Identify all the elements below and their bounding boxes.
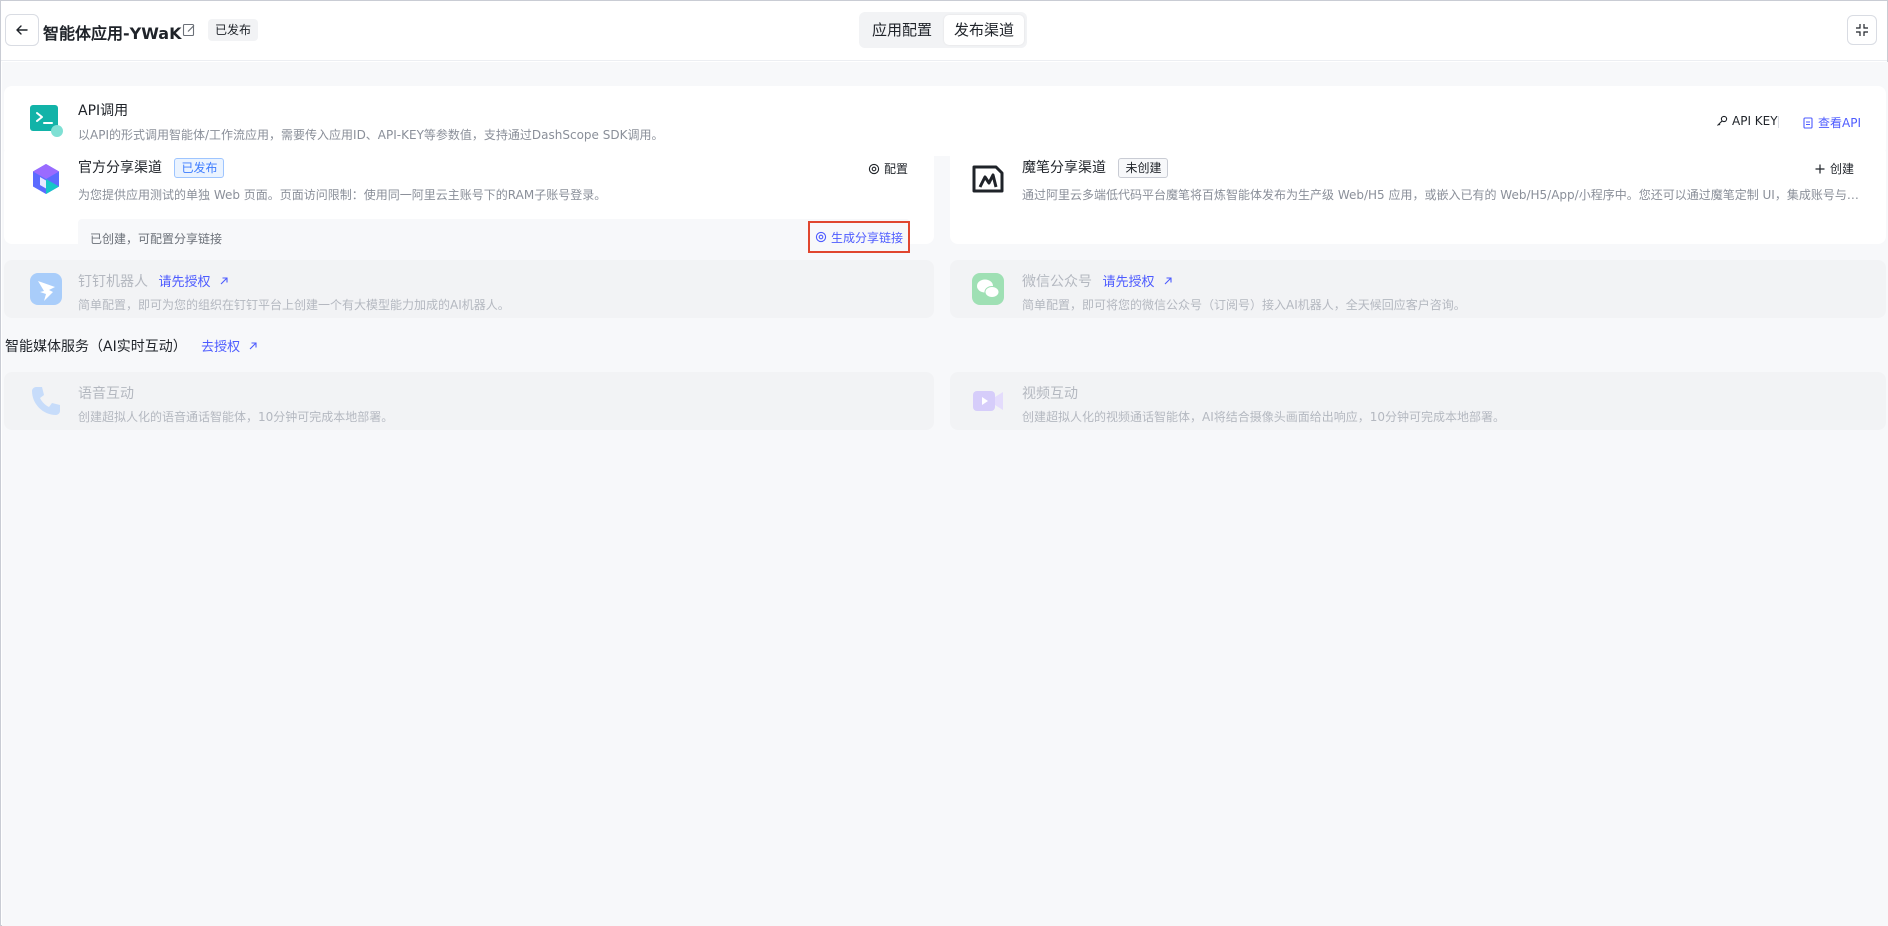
dingtalk-auth-label: 请先授权 bbox=[158, 275, 211, 290]
mobi-logo-icon bbox=[972, 165, 1004, 193]
wechat-auth-link[interactable]: 请先授权 bbox=[1102, 275, 1172, 290]
voice-title: 语音互动 bbox=[78, 386, 134, 402]
official-share-desc: 为您提供应用测试的单独 Web 页面。页面访问限制：使用同一阿里云主账号下的RA… bbox=[78, 188, 607, 202]
mobi-share-desc: 通过阿里云多端低代码平台魔笔将百炼智能体发布为生产级 Web/H5 应用，或嵌入… bbox=[1022, 188, 1868, 202]
dingtalk-auth-link[interactable]: 请先授权 bbox=[158, 275, 228, 290]
video-desc: 创建超拟人化的视频通话智能体，AI将结合摄像头画面给出响应，10分钟可完成本地部… bbox=[1022, 410, 1506, 424]
dingtalk-card: 钉钉机器人 请先授权 简单配置，即可为您的组织在钉钉平台上创建一个有大模型能力加… bbox=[4, 260, 934, 318]
api-card-title: API调用 bbox=[78, 103, 129, 119]
official-share-title: 官方分享渠道 bbox=[78, 160, 162, 176]
arrow-left-icon bbox=[16, 25, 28, 35]
media-auth-label: 去授权 bbox=[201, 340, 241, 355]
view-api-button[interactable]: 查看API bbox=[1802, 114, 1861, 131]
external-arrow-icon bbox=[220, 277, 228, 285]
video-icon bbox=[973, 391, 1003, 411]
official-share-card: 官方分享渠道 已发布 配置 为您提供应用测试的单独 Web 页面。页面访问限制：… bbox=[4, 145, 934, 257]
config-button[interactable]: 配置 bbox=[868, 160, 908, 177]
share-link-row: 已创建，可配置分享链接 生成分享链接 bbox=[78, 219, 910, 257]
mobi-share-title-row: 魔笔分享渠道 未创建 bbox=[1022, 157, 1169, 178]
mobi-share-title: 魔笔分享渠道 bbox=[1022, 160, 1106, 176]
wechat-auth-label: 请先授权 bbox=[1102, 275, 1155, 290]
back-button[interactable] bbox=[5, 14, 39, 46]
gear-icon bbox=[868, 163, 880, 174]
create-button[interactable]: 创建 bbox=[1814, 160, 1854, 177]
api-card-desc: 以API的形式调用智能体/工作流应用，需要传入应用ID、API-KEY等参数值，… bbox=[78, 128, 664, 142]
collapse-icon bbox=[1856, 24, 1868, 36]
create-label: 创建 bbox=[1830, 162, 1855, 176]
divider bbox=[1778, 116, 1779, 128]
collapse-button[interactable] bbox=[1847, 15, 1877, 45]
tab-publish-channel[interactable]: 发布渠道 bbox=[944, 15, 1025, 45]
api-key-label: API KEY bbox=[1732, 114, 1778, 128]
dingtalk-desc: 简单配置，即可为您的组织在钉钉平台上创建一个有大模型能力加成的AI机器人。 bbox=[78, 298, 510, 312]
tab-app-config[interactable]: 应用配置 bbox=[862, 15, 942, 45]
document-icon bbox=[1803, 116, 1813, 129]
key-icon bbox=[1717, 115, 1728, 126]
plus-icon bbox=[1815, 164, 1825, 173]
tab-group: 应用配置 发布渠道 bbox=[859, 12, 1028, 48]
terminal-icon bbox=[30, 105, 63, 137]
video-card: 视频互动 创建超拟人化的视频通话智能体，AI将结合摄像头画面给出响应，10分钟可… bbox=[950, 372, 1886, 430]
edit-icon[interactable] bbox=[181, 22, 197, 38]
app-title: 智能体应用-YWaK bbox=[43, 24, 182, 43]
dingtalk-title: 钉钉机器人 bbox=[78, 274, 148, 290]
mobi-share-card: 魔笔分享渠道 未创建 创建 通过阿里云多端低代码平台魔笔将百炼智能体发布为生产级… bbox=[950, 145, 1886, 244]
media-auth-link[interactable]: 去授权 bbox=[201, 340, 258, 355]
dingtalk-title-row: 钉钉机器人 请先授权 bbox=[78, 271, 229, 291]
generate-share-link-label: 生成分享链接 bbox=[830, 230, 903, 245]
dingtalk-icon bbox=[30, 273, 62, 305]
mobi-share-status: 未创建 bbox=[1118, 158, 1169, 178]
video-title: 视频互动 bbox=[1022, 386, 1078, 402]
share-link-status-text: 已创建，可配置分享链接 bbox=[90, 232, 223, 246]
wechat-title: 微信公众号 bbox=[1022, 274, 1092, 290]
wechat-title-row: 微信公众号 请先授权 bbox=[1022, 271, 1173, 291]
config-label: 配置 bbox=[884, 162, 909, 176]
official-share-status: 已发布 bbox=[174, 158, 225, 178]
official-share-title-row: 官方分享渠道 已发布 bbox=[78, 157, 225, 178]
top-header: 智能体应用-YWaK 已发布 应用配置 发布渠道 bbox=[1, 1, 1887, 61]
external-arrow-icon bbox=[1164, 277, 1172, 285]
api-key-button[interactable]: API KEY bbox=[1716, 114, 1778, 128]
generate-share-link-button[interactable]: 生成分享链接 bbox=[808, 221, 910, 253]
main-content: API调用 以API的形式调用智能体/工作流应用，需要传入应用ID、API-KE… bbox=[2, 62, 1888, 926]
external-arrow-icon bbox=[249, 342, 257, 350]
wechat-desc: 简单配置，即可将您的微信公众号（订阅号）接入AI机器人，全天候回应客户咨询。 bbox=[1022, 298, 1466, 312]
status-badge: 已发布 bbox=[208, 19, 259, 41]
voice-desc: 创建超拟人化的语音通话智能体，10分钟可完成本地部署。 bbox=[78, 410, 394, 424]
phone-icon bbox=[32, 387, 60, 415]
voice-card: 语音互动 创建超拟人化的语音通话智能体，10分钟可完成本地部署。 bbox=[4, 372, 934, 430]
view-api-label: 查看API bbox=[1818, 116, 1861, 130]
wechat-icon bbox=[972, 273, 1004, 305]
media-section-header: 智能媒体服务（AI实时互动） 去授权 bbox=[5, 336, 258, 356]
app-window: 智能体应用-YWaK 已发布 应用配置 发布渠道 API调用 以API的形式调用… bbox=[0, 0, 1888, 926]
official-share-icon bbox=[33, 164, 59, 194]
gear-icon bbox=[815, 231, 827, 243]
media-section-title: 智能媒体服务（AI实时互动） bbox=[5, 339, 187, 355]
wechat-card: 微信公众号 请先授权 简单配置，即可将您的微信公众号（订阅号）接入AI机器人，全… bbox=[950, 260, 1886, 318]
